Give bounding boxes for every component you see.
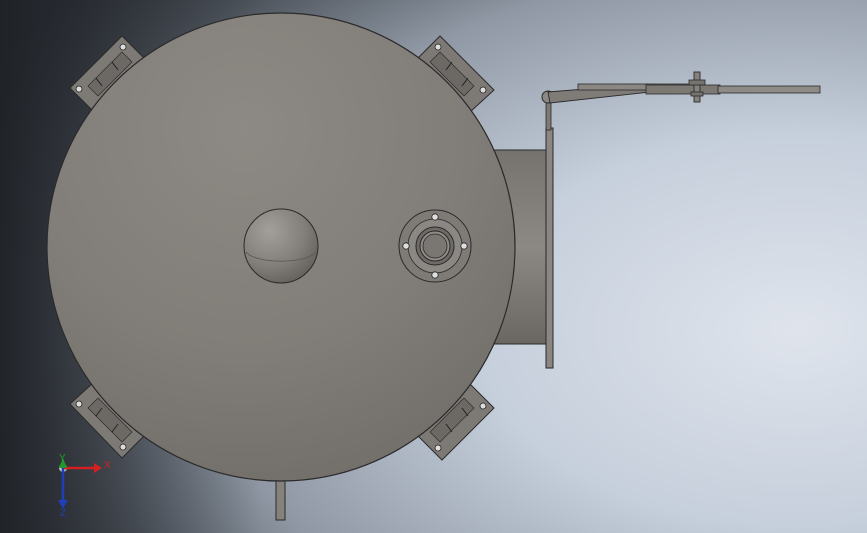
flange-bolt-hole <box>431 213 439 221</box>
side-flange-plate[interactable] <box>545 127 554 369</box>
x-axis-label: X <box>104 460 111 471</box>
cad-viewport[interactable]: X Y Z <box>0 0 867 533</box>
y-axis-label: Y <box>59 453 66 464</box>
graphics-area[interactable] <box>0 0 867 533</box>
flange-bolt-hole <box>431 271 439 279</box>
view-orientation-triad: X Y Z <box>58 453 111 516</box>
flange-port[interactable] <box>398 209 472 283</box>
flange-bolt-hole <box>460 242 468 250</box>
z-axis-label: Z <box>60 508 66 516</box>
flange-bolt-hole <box>402 242 410 250</box>
lever-post[interactable] <box>545 99 552 131</box>
top-dome[interactable] <box>243 208 319 284</box>
x-axis-arrowhead-icon <box>94 463 102 473</box>
